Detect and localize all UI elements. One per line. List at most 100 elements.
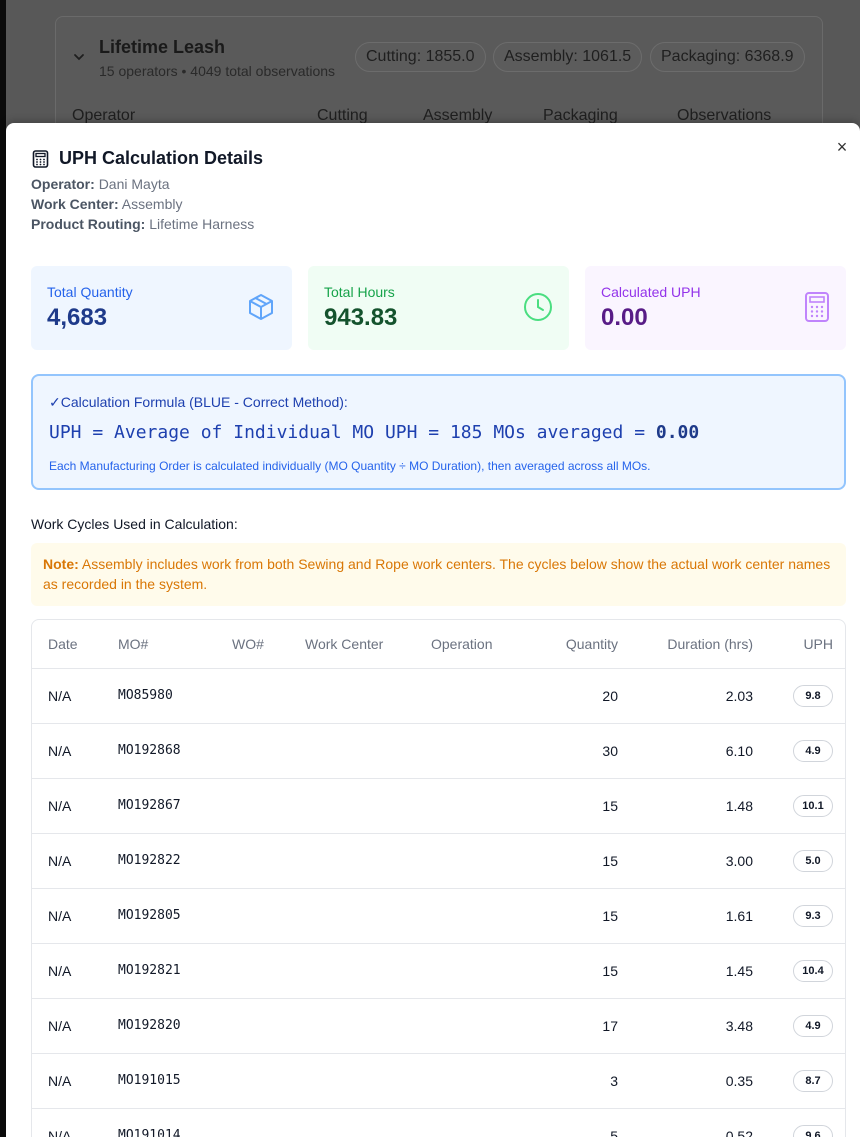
cell-duration: 2.03 [634, 668, 769, 724]
modal-title: UPH Calculation Details [59, 148, 264, 168]
cell-duration: 0.35 [634, 1053, 769, 1109]
routing-value: Lifetime Harness [149, 216, 255, 232]
uph-badge: 5.0 [793, 849, 833, 872]
background-card-subtitle: 15 operators • 4049 total observations [99, 63, 336, 79]
table-row[interactable]: N/A MO192868 30 6.10 4.9 [32, 723, 845, 779]
background-pill-assembly: Assembly: 1061.5 [493, 42, 643, 72]
table-row[interactable]: N/A MO192822 15 3.00 5.0 [32, 833, 845, 889]
table-row[interactable]: N/A MO192867 15 1.48 10.1 [32, 778, 845, 834]
cell-date: N/A [32, 943, 102, 999]
cell-wo [216, 888, 289, 944]
cell-wo [216, 1108, 289, 1137]
cell-uph: 4.9 [769, 723, 845, 779]
table-row[interactable]: N/A MO191014 5 0.52 9.6 [32, 1108, 845, 1137]
header-mo[interactable]: MO# [102, 620, 216, 669]
cell-date: N/A [32, 723, 102, 779]
table-row[interactable]: N/A MO85980 20 2.03 9.8 [32, 668, 845, 724]
cell-operation [415, 1053, 521, 1109]
table-row[interactable]: N/A MO192805 15 1.61 9.3 [32, 888, 845, 944]
header-work-center[interactable]: Work Center [289, 620, 415, 669]
cell-wo [216, 778, 289, 834]
cell-mo: MO85980 [102, 668, 216, 724]
formula-result: 0.00 [655, 422, 700, 443]
table-row[interactable]: N/A MO192821 15 1.45 10.4 [32, 943, 845, 999]
total-quantity-label: Total Quantity [47, 284, 133, 300]
cell-date: N/A [32, 778, 102, 834]
header-uph[interactable]: UPH [769, 620, 845, 669]
calculated-uph-value: 0.00 [601, 304, 648, 331]
header-duration[interactable]: Duration (hrs) [634, 620, 769, 669]
total-quantity-value: 4,683 [47, 304, 108, 331]
header-quantity[interactable]: Quantity [521, 620, 634, 669]
cell-work-center [289, 998, 415, 1054]
table-row[interactable]: N/A MO192820 17 3.48 4.9 [32, 998, 845, 1054]
cell-work-center [289, 943, 415, 999]
cell-mo: MO192805 [102, 888, 216, 944]
cell-quantity: 17 [521, 998, 634, 1054]
cell-duration: 0.52 [634, 1108, 769, 1137]
cell-quantity: 15 [521, 833, 634, 889]
assembly-note: Note: Assembly includes work from both S… [31, 543, 846, 606]
uph-badge: 8.7 [793, 1069, 833, 1092]
cell-duration: 3.00 [634, 833, 769, 889]
cell-work-center [289, 1053, 415, 1109]
cell-mo: MO191015 [102, 1053, 216, 1109]
cell-operation [415, 943, 521, 999]
cell-date: N/A [32, 998, 102, 1054]
header-wo[interactable]: WO# [216, 620, 289, 669]
cell-quantity: 15 [521, 888, 634, 944]
cell-uph: 9.6 [769, 1108, 845, 1137]
cell-date: N/A [32, 668, 102, 724]
formula-note: Each Manufacturing Order is calculated i… [49, 459, 651, 473]
operator-value: Dani Mayta [98, 176, 170, 192]
cell-operation [415, 1108, 521, 1137]
modal-header: UPH Calculation Details [32, 148, 263, 169]
header-operation[interactable]: Operation [415, 620, 521, 669]
work-cycles-table: Date MO# WO# Work Center Operation Quant… [31, 619, 846, 1137]
cell-quantity: 3 [521, 1053, 634, 1109]
formula-code: UPH = Average of Individual MO UPH = 185… [49, 422, 699, 443]
formula-title: ✓Calculation Formula (BLUE - Correct Met… [49, 394, 348, 410]
uph-details-modal: × UPH Calculation Details Operator: Dani… [6, 123, 860, 1137]
calculator-icon [32, 149, 49, 168]
cell-work-center [289, 778, 415, 834]
note-label: Note: [43, 556, 79, 572]
close-button[interactable]: × [832, 137, 852, 157]
cell-mo: MO192822 [102, 833, 216, 889]
cell-operation [415, 833, 521, 889]
background-pill-cutting: Cutting: 1855.0 [355, 42, 486, 72]
total-hours-label: Total Hours [324, 284, 395, 300]
cell-mo: MO192867 [102, 778, 216, 834]
cell-mo: MO191014 [102, 1108, 216, 1137]
total-hours-value: 943.83 [324, 304, 398, 331]
formula-box: ✓Calculation Formula (BLUE - Correct Met… [31, 374, 846, 490]
cell-uph: 9.8 [769, 668, 845, 724]
total-quantity-card: Total Quantity 4,683 [31, 266, 292, 350]
cell-uph: 10.1 [769, 778, 845, 834]
header-date[interactable]: Date [32, 620, 102, 669]
cell-quantity: 5 [521, 1108, 634, 1137]
background-card-title: Lifetime Leash [99, 37, 226, 57]
cell-operation [415, 723, 521, 779]
note-text: Assembly includes work from both Sewing … [43, 556, 831, 592]
cell-duration: 6.10 [634, 723, 769, 779]
calculated-uph-card: Calculated UPH 0.00 [585, 266, 846, 350]
uph-badge: 9.8 [793, 684, 833, 707]
cell-date: N/A [32, 1108, 102, 1137]
calculator-icon [805, 292, 829, 322]
cell-operation [415, 888, 521, 944]
cell-duration: 1.61 [634, 888, 769, 944]
chevron-down-icon[interactable] [72, 50, 86, 64]
work-center-label: Work Center: [31, 196, 119, 212]
cell-operation [415, 668, 521, 724]
table-header-row: Date MO# WO# Work Center Operation Quant… [32, 620, 845, 669]
cell-wo [216, 723, 289, 779]
table-row[interactable]: N/A MO191015 3 0.35 8.7 [32, 1053, 845, 1109]
cell-operation [415, 778, 521, 834]
routing-line: Product Routing: Lifetime Harness [31, 216, 254, 232]
uph-badge: 10.1 [793, 794, 833, 817]
cell-wo [216, 943, 289, 999]
cell-duration: 3.48 [634, 998, 769, 1054]
work-center-line: Work Center: Assembly [31, 196, 182, 212]
uph-badge: 9.6 [793, 1124, 833, 1137]
